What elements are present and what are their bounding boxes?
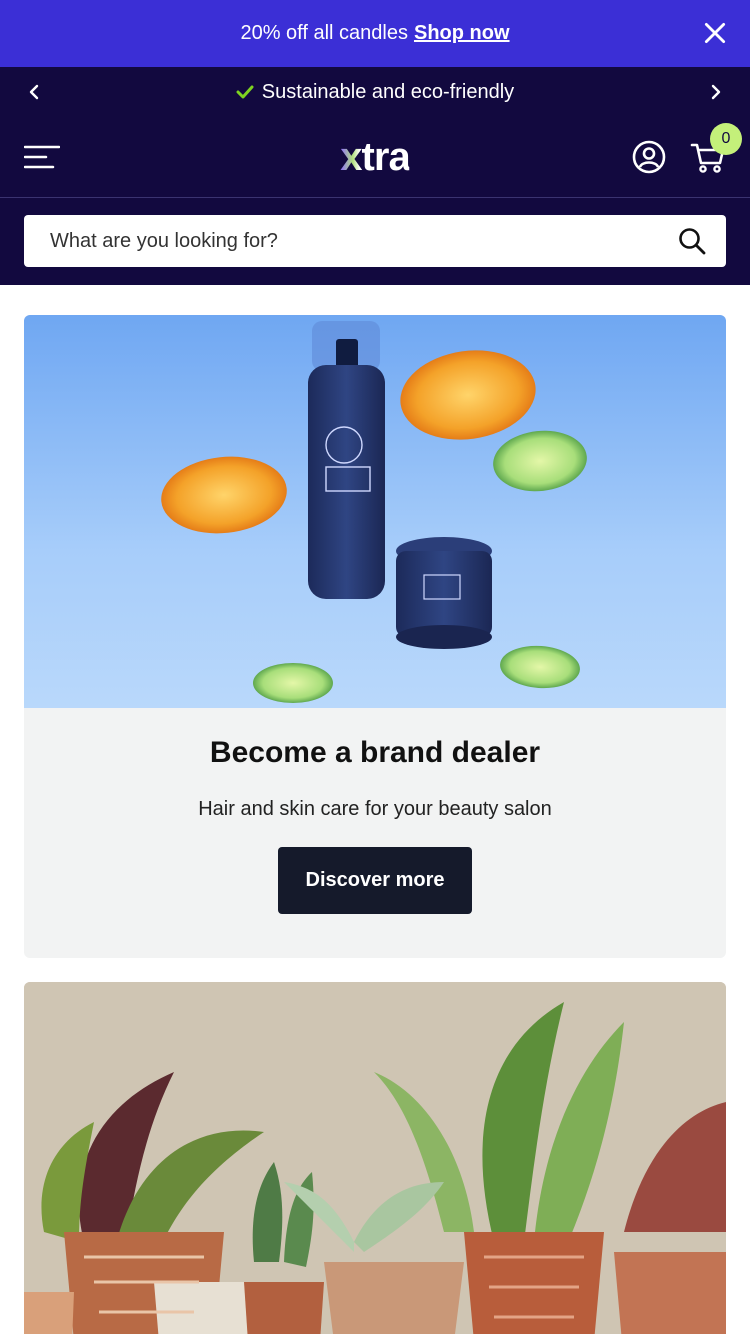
- promo-banner: 20% off all candles Shop now: [0, 0, 750, 67]
- discover-more-button[interactable]: Discover more: [277, 847, 473, 914]
- search-icon[interactable]: [678, 227, 706, 255]
- hamburger-menu-icon[interactable]: [24, 144, 60, 170]
- close-icon[interactable]: [702, 20, 728, 46]
- search-bar: [24, 215, 726, 267]
- brand-dealer-card: Become a brand dealer Hair and skin care…: [24, 315, 726, 958]
- user-account-icon[interactable]: [632, 140, 666, 174]
- header-actions: 0: [632, 123, 742, 175]
- plants-card: [24, 982, 726, 1334]
- main-content: Become a brand dealer Hair and skin care…: [0, 285, 750, 1334]
- plants-photo: [24, 982, 726, 1334]
- announcement-content: Sustainable and eco-friendly: [236, 81, 514, 104]
- card-body: Become a brand dealer Hair and skin care…: [24, 708, 726, 958]
- announcement-text: Sustainable and eco-friendly: [261, 80, 515, 103]
- chevron-left-icon[interactable]: [26, 84, 42, 100]
- promo-text: 20% off all candles: [240, 22, 408, 44]
- card-subtitle: Hair and skin care for your beauty salon: [198, 798, 552, 820]
- cart-count-badge: 0: [710, 123, 742, 155]
- cart-button[interactable]: 0: [690, 123, 742, 175]
- card-title: Become a brand dealer: [209, 736, 541, 769]
- announcement-bar: Sustainable and eco-friendly: [0, 67, 750, 117]
- logo-text: xtra: [340, 134, 410, 179]
- site-header: Sustainable and eco-friendly xtra 0 What…: [0, 67, 750, 285]
- check-icon: [236, 85, 254, 99]
- main-nav: xtra 0: [0, 117, 750, 197]
- hero-image: [24, 315, 726, 708]
- search-input[interactable]: [50, 229, 610, 253]
- product-photo: [161, 321, 587, 703]
- chevron-right-icon[interactable]: [708, 84, 724, 100]
- shop-now-link[interactable]: Shop now: [414, 22, 510, 45]
- logo[interactable]: xtra: [340, 134, 410, 180]
- search-area: [0, 198, 750, 285]
